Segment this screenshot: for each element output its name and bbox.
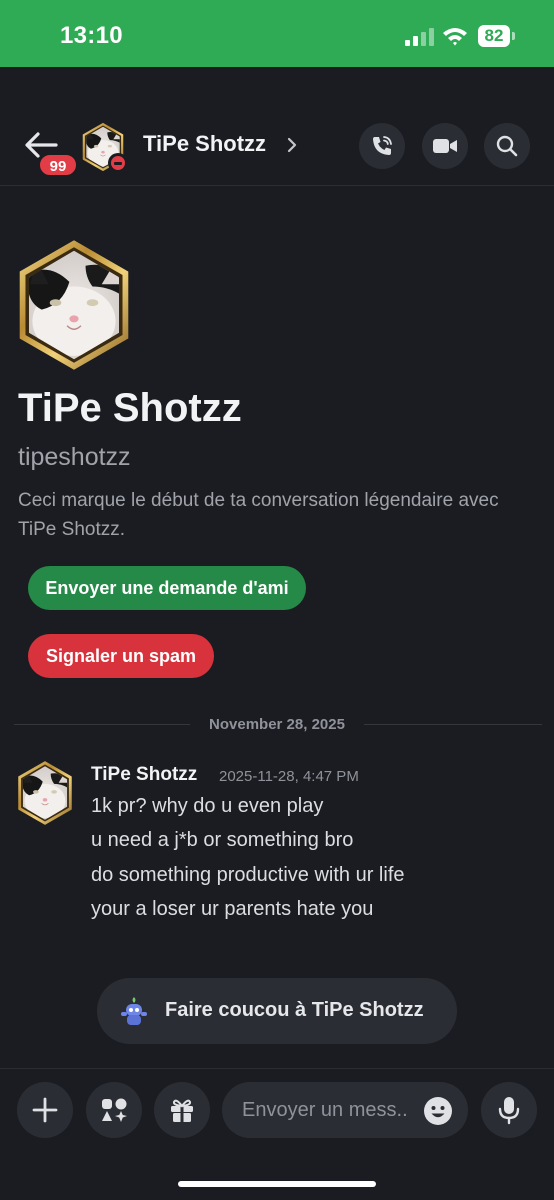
profile-username: tipeshotzz — [18, 443, 131, 471]
composer-divider — [0, 1068, 554, 1069]
wave-button-label: Faire coucou à TiPe Shotzz — [165, 999, 424, 1021]
report-spam-button[interactable]: Signaler un spam — [28, 634, 214, 678]
emoji-icon[interactable] — [423, 1096, 453, 1126]
search-button[interactable] — [484, 123, 530, 169]
message-line: 1k pr? why do u even play — [91, 795, 324, 817]
conversation-start-text: Ceci marque le début de ta conversation … — [18, 490, 499, 540]
home-indicator — [178, 1181, 376, 1187]
contact-name[interactable]: TiPe Shotzz — [143, 131, 266, 157]
profile-avatar[interactable] — [16, 238, 132, 372]
gift-icon — [171, 1099, 193, 1122]
message-author[interactable]: TiPe Shotzz — [91, 764, 197, 786]
phone-call-icon — [373, 136, 392, 155]
status-time: 13:10 — [60, 22, 123, 49]
message-line: u need a j*b or something bro — [91, 829, 354, 851]
send-friend-request-button[interactable]: Envoyer une demande d'ami — [28, 566, 306, 610]
divider-line-right — [364, 724, 542, 725]
video-call-button[interactable] — [422, 123, 468, 169]
microphone-icon — [498, 1097, 520, 1125]
message-line: do something productive with ur life — [91, 864, 405, 886]
search-icon — [496, 135, 518, 157]
battery-tip — [512, 32, 515, 40]
gift-button[interactable] — [154, 1082, 210, 1138]
status-bar: 13:10 82 — [0, 0, 554, 67]
chat-header: 99 TiPe Shotzz — [0, 67, 554, 186]
wumpus-wave-icon — [121, 997, 147, 1025]
unread-badge: 99 — [38, 153, 78, 177]
voice-call-button[interactable] — [359, 123, 405, 169]
plus-icon — [32, 1097, 58, 1123]
apps-icon — [102, 1098, 127, 1122]
message-avatar[interactable] — [16, 760, 74, 826]
profile-display-name: TiPe Shotzz — [18, 386, 242, 430]
date-divider: November 28, 2025 — [209, 716, 345, 733]
attach-button[interactable] — [17, 1082, 73, 1138]
battery-icon: 82 — [478, 25, 510, 47]
wave-button[interactable]: Faire coucou à TiPe Shotzz — [97, 978, 457, 1044]
signal-icon — [405, 28, 435, 46]
video-camera-icon — [433, 139, 457, 153]
apps-button[interactable] — [86, 1082, 142, 1138]
chevron-right-icon[interactable] — [286, 135, 298, 155]
divider-line-left — [14, 724, 190, 725]
wifi-icon — [443, 28, 467, 46]
message-timestamp: 2025-11-28, 4:47 PM — [219, 768, 359, 785]
voice-message-button[interactable] — [481, 1082, 537, 1138]
dnd-status-icon — [108, 153, 128, 173]
message-line: your a loser ur parents hate you — [91, 898, 374, 920]
